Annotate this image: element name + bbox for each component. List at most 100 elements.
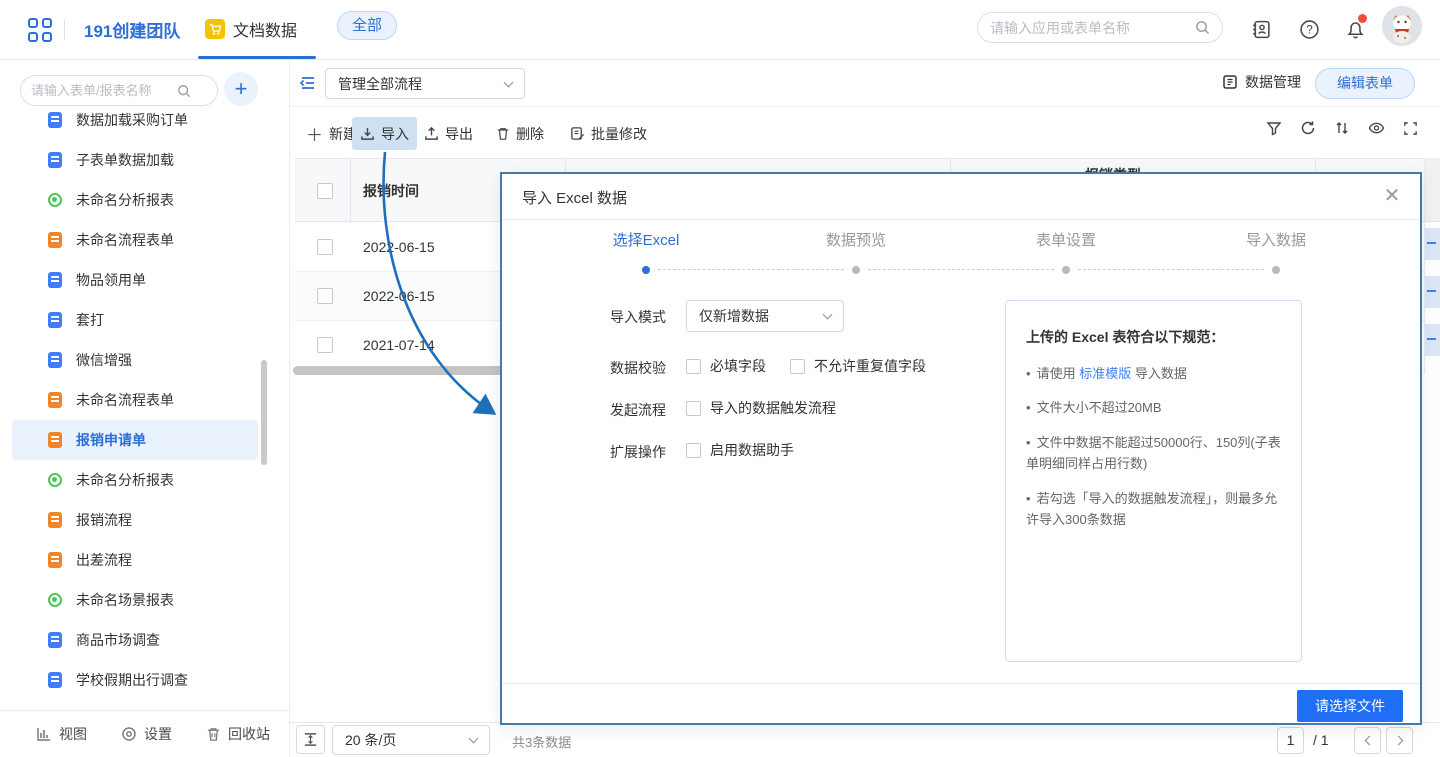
sidebar-item-label: 学校假期出行调查: [76, 670, 188, 690]
close-icon[interactable]: ✕: [1380, 184, 1404, 208]
checkbox-label: 不允许重复值字段: [814, 356, 926, 376]
edit-form-button[interactable]: 编辑表单: [1315, 68, 1415, 99]
checkbox[interactable]: [686, 359, 701, 374]
fullscreen-icon[interactable]: [1403, 120, 1418, 136]
sidebar-item[interactable]: 套打: [12, 300, 258, 340]
notifications-icon[interactable]: [1342, 16, 1368, 42]
team-name[interactable]: 191创建团队: [84, 17, 180, 42]
filter-icon[interactable]: [1266, 120, 1282, 136]
modal-title: 导入 Excel 数据: [522, 187, 627, 208]
recycle-bin-button[interactable]: 回收站: [206, 724, 270, 744]
sidebar-item[interactable]: 报销流程: [12, 500, 258, 540]
views-label: 视图: [59, 724, 87, 744]
sidebar-search-input[interactable]: [31, 83, 171, 98]
recycle-bin-label: 回收站: [228, 724, 270, 744]
global-search[interactable]: [977, 12, 1223, 43]
data-assistant-checkbox[interactable]: 启用数据助手: [686, 440, 794, 460]
data-manage-button[interactable]: 数据管理: [1222, 72, 1301, 92]
sidebar-item[interactable]: 商品市场调查: [12, 620, 258, 660]
cell-time: 2022-06-15: [363, 288, 435, 304]
step-label: 数据预览: [751, 229, 961, 250]
import-button[interactable]: 导入: [352, 117, 417, 150]
import-mode-select[interactable]: 仅新增数据: [686, 300, 844, 332]
notification-badge: [1358, 14, 1367, 23]
horizontal-scrollbar[interactable]: [293, 366, 505, 375]
rule-item: •请使用 标准模版 导入数据: [1026, 363, 1281, 384]
import-steps: 选择Excel 数据预览 表单设置 导入数据: [541, 229, 1381, 289]
trigger-flow-checkbox[interactable]: 导入的数据触发流程: [686, 398, 836, 418]
report-icon: [48, 473, 62, 487]
tab-document-data[interactable]: 文档数据: [205, 0, 297, 58]
required-fields-checkbox[interactable]: 必填字段: [686, 356, 766, 376]
add-form-button[interactable]: +: [224, 72, 258, 106]
page-size-select[interactable]: 20 条/页: [332, 725, 490, 755]
contacts-icon[interactable]: [1248, 16, 1274, 42]
sidebar-item[interactable]: 出差流程: [12, 540, 258, 580]
sidebar-item[interactable]: 微信增强: [12, 340, 258, 380]
checkbox-label: 必填字段: [710, 356, 766, 376]
row-checkbox[interactable]: [317, 239, 333, 255]
delete-button[interactable]: 删除: [488, 117, 552, 150]
sidebar-item[interactable]: 未命名流程表单: [12, 380, 258, 420]
sidebar: + 数据加载采购订单 子表单数据加载 未命名分析报表 未命名流程表单 物品领用单…: [0, 60, 290, 757]
modal-header: 导入 Excel 数据 ✕: [502, 174, 1420, 220]
sidebar-item[interactable]: 物品领用单: [12, 260, 258, 300]
data-manage-icon: [1222, 74, 1238, 90]
sidebar-scrollbar[interactable]: [261, 360, 267, 465]
tab-all-pill[interactable]: 全部: [337, 11, 397, 40]
svg-text:?: ?: [1306, 24, 1312, 36]
sidebar-item-label: 子表单数据加载: [76, 150, 174, 170]
import-label: 导入: [381, 124, 409, 144]
standard-template-link[interactable]: 标准模版: [1079, 366, 1131, 381]
step-import-data: 导入数据: [1171, 229, 1381, 289]
sidebar-item[interactable]: 子表单数据加载: [12, 140, 258, 180]
global-search-input[interactable]: [990, 20, 1187, 36]
step-label: 选择Excel: [541, 229, 751, 250]
step-label: 表单设置: [961, 229, 1171, 250]
rule-item: •文件大小不超过20MB: [1026, 397, 1281, 418]
sidebar-item[interactable]: 未命名分析报表: [12, 180, 258, 220]
sidebar-item-label: 未命名分析报表: [76, 190, 174, 210]
flow-form-icon: [48, 232, 62, 248]
page-number-input[interactable]: 1: [1277, 727, 1304, 754]
collapse-sidebar-icon[interactable]: [299, 74, 317, 95]
rule-item: •若勾选「导入的数据触发流程」，则最多允许导入300条数据: [1026, 488, 1281, 531]
flow-permission-select[interactable]: 管理全部流程: [325, 68, 525, 99]
select-all-checkbox[interactable]: [317, 183, 333, 199]
sidebar-item-selected[interactable]: 报销申请单: [12, 420, 258, 460]
prev-page-button[interactable]: [1354, 727, 1381, 754]
export-button[interactable]: 导出: [416, 117, 481, 150]
apps-grid-icon[interactable]: [28, 18, 52, 42]
sidebar-item[interactable]: 未命名流程表单: [12, 220, 258, 260]
no-duplicate-checkbox[interactable]: 不允许重复值字段: [790, 356, 926, 376]
sidebar-item[interactable]: [12, 700, 258, 706]
chart-icon: [36, 726, 52, 742]
trash-icon: [206, 726, 221, 742]
row-checkbox[interactable]: [317, 337, 333, 353]
views-button[interactable]: 视图: [36, 724, 87, 744]
flow-form-icon: [48, 552, 62, 568]
batch-edit-button[interactable]: 批量修改: [562, 117, 655, 150]
checkbox[interactable]: [790, 359, 805, 374]
sidebar-item[interactable]: 未命名场景报表: [12, 580, 258, 620]
sidebar-search[interactable]: [20, 75, 218, 106]
sidebar-item[interactable]: 学校假期出行调查: [12, 660, 258, 700]
flow-form-icon: [48, 512, 62, 528]
row-checkbox[interactable]: [317, 288, 333, 304]
rule-item: •文件中数据不能超过50000行、150列(子表单明细同样占用行数): [1026, 432, 1281, 475]
user-avatar[interactable]: [1382, 6, 1422, 46]
visibility-icon[interactable]: [1368, 120, 1385, 136]
chevron-down-icon: [504, 77, 514, 87]
import-mode-label: 导入模式: [610, 307, 666, 327]
checkbox[interactable]: [686, 443, 701, 458]
sort-icon[interactable]: [1334, 120, 1350, 136]
sidebar-item[interactable]: 数据加载采购订单: [12, 112, 258, 140]
sidebar-item[interactable]: 未命名分析报表: [12, 460, 258, 500]
row-height-button[interactable]: [296, 725, 325, 754]
refresh-icon[interactable]: [1300, 120, 1316, 136]
choose-file-button[interactable]: 请选择文件: [1297, 690, 1403, 722]
help-icon[interactable]: ?: [1296, 16, 1322, 42]
checkbox[interactable]: [686, 401, 701, 416]
next-page-button[interactable]: [1386, 727, 1413, 754]
settings-button[interactable]: 设置: [121, 724, 172, 744]
